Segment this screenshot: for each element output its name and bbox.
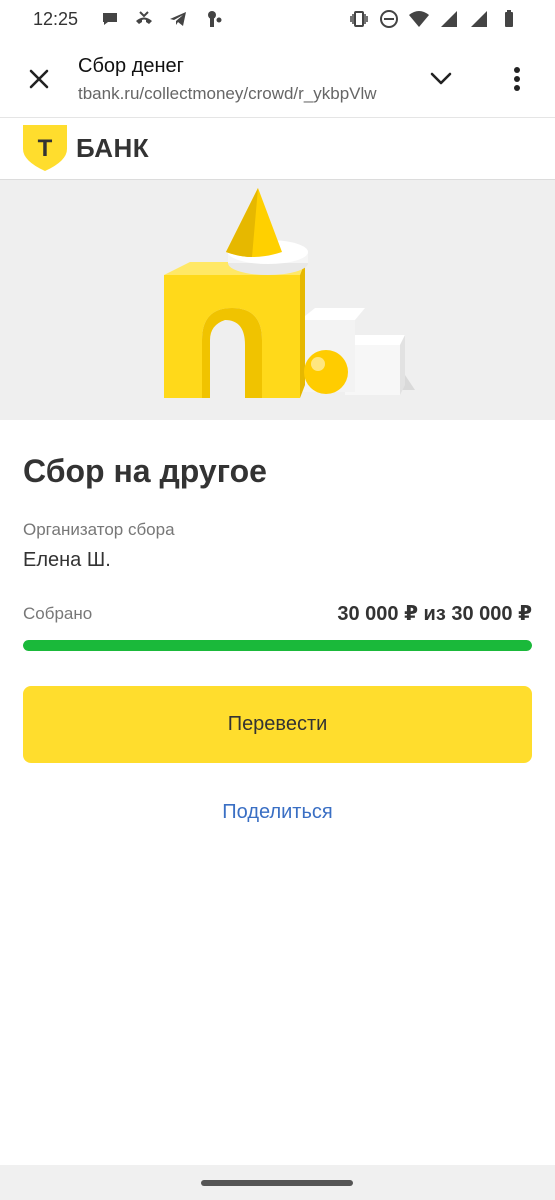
- expand-button[interactable]: [424, 62, 458, 96]
- more-vert-icon: [514, 67, 520, 91]
- home-gesture-handle[interactable]: [201, 1180, 353, 1186]
- share-link[interactable]: Поделиться: [0, 801, 555, 824]
- shield-logo-icon: Т: [23, 125, 67, 171]
- logo-letter: Т: [38, 135, 53, 162]
- browser-toolbar: Сбор денег tbank.ru/collectmoney/crowd/r…: [0, 40, 555, 118]
- progress-bar: [23, 640, 532, 651]
- signal-icon: [441, 11, 457, 27]
- key-icon: [208, 11, 222, 27]
- geometric-shapes-image: [164, 188, 415, 398]
- hero-illustration: [0, 180, 555, 420]
- collected-label: Собрано: [23, 604, 93, 623]
- bank-header: Т БАНК: [0, 118, 555, 180]
- system-icons: [349, 9, 519, 29]
- page-title: Сбор денег: [78, 55, 184, 77]
- battery-icon: [505, 10, 513, 27]
- do-not-disturb-icon: [380, 10, 398, 28]
- organizer-name: Елена Ш.: [23, 549, 111, 571]
- signal-icon-2: [471, 11, 487, 27]
- navigation-bar: [0, 1165, 555, 1200]
- bank-logo[interactable]: Т БАНК: [22, 123, 149, 173]
- status-time: 12:25: [33, 9, 79, 29]
- collected-amount: 30 000 ₽ из 30 000 ₽: [337, 603, 532, 625]
- collection-title: Сбор на другое: [23, 453, 267, 489]
- transfer-button[interactable]: Перевести: [23, 686, 532, 763]
- organizer-label: Организатор сбора: [23, 520, 175, 539]
- chat-bubble-icon: [103, 13, 117, 25]
- chevron-down-icon: [430, 72, 452, 85]
- status-bar: 12:25: [0, 0, 555, 40]
- close-button[interactable]: [22, 62, 56, 96]
- vibrate-icon: [350, 11, 368, 27]
- overflow-menu-button[interactable]: [500, 62, 534, 96]
- wifi-icon: [409, 11, 429, 27]
- bank-name: БАНК: [76, 132, 150, 163]
- progress-bar-fill: [23, 640, 532, 651]
- missed-call-icon: [136, 11, 152, 24]
- page-url[interactable]: tbank.ru/collectmoney/crowd/r_ykbpVlw: [78, 84, 400, 104]
- telegram-icon: [170, 12, 186, 26]
- notification-icons: [100, 9, 222, 29]
- close-icon: [29, 69, 49, 89]
